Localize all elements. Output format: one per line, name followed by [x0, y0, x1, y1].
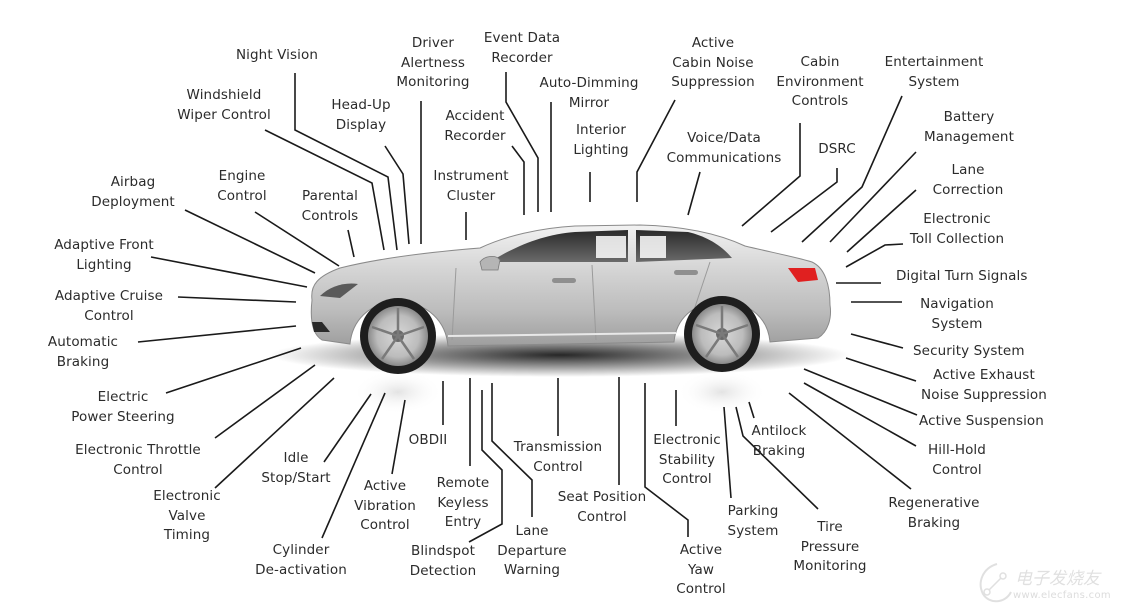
diagram-canvas: Night Vision Windshield Wiper Control He…	[0, 0, 1127, 616]
label-antilock: Antilock Braking	[751, 423, 807, 459]
label-auto-dimming: Auto-Dimming Mirror	[539, 75, 639, 111]
label-instrument-cluster: Instrument Cluster	[433, 168, 509, 204]
label-adaptive-front: Adaptive Front Lighting	[54, 237, 154, 273]
label-parking: Parking System	[727, 503, 779, 539]
label-regenerative: Regenerative Braking	[888, 495, 980, 531]
label-active-cabin-noise: Active Cabin Noise Suppression	[671, 35, 755, 90]
label-active-suspension: Active Suspension	[919, 413, 1044, 429]
label-throttle: Electronic Throttle Control	[75, 442, 201, 478]
leader-toll	[845, 243, 904, 268]
label-active-vibration: Active Vibration Control	[354, 478, 416, 533]
label-tire-pressure: Tire Pressure Monitoring	[793, 519, 867, 574]
label-blindspot: Blindspot Detection	[409, 543, 477, 579]
label-active-exhaust: Active Exhaust Noise Suppression	[921, 367, 1047, 403]
label-windshield-wiper: Windshield Wiper Control	[177, 87, 271, 123]
label-cabin-environment: Cabin Environment Controls	[776, 54, 864, 109]
leader-regenerative	[788, 392, 912, 490]
watermark-brand: 电子发烧友	[1015, 569, 1100, 589]
label-lane-correction: Lane Correction	[932, 162, 1004, 198]
leader-power-steering	[165, 347, 302, 394]
leader-idle-stop	[323, 393, 372, 463]
label-lane-departure: Lane Departure Warning	[497, 523, 567, 578]
leader-parking	[723, 406, 732, 499]
leader-event-data	[505, 72, 539, 212]
label-driver-alertness: Driver Alertness Monitoring	[396, 35, 470, 90]
watermark-logo-icon	[979, 563, 1012, 603]
leader-dsrc	[770, 168, 838, 233]
leader-head-up	[384, 145, 410, 245]
leader-security	[850, 333, 904, 349]
label-navigation: Navigation System	[920, 296, 994, 332]
label-night-vision: Night Vision	[235, 47, 319, 63]
label-power-steering: Electric Power Steering	[71, 389, 175, 425]
leader-auto-braking	[137, 325, 297, 343]
label-idle-stop: Idle Stop/Start	[261, 450, 331, 486]
label-obdii: OBDII	[408, 432, 448, 448]
label-event-data: Event Data Recorder	[483, 30, 561, 66]
label-accident-recorder: Accident Recorder	[444, 108, 506, 144]
label-transmission: Transmission Control	[513, 439, 603, 475]
watermark: 电子发烧友 www.elecfans.com	[975, 560, 1125, 612]
label-dsrc: DSRC	[818, 141, 856, 157]
label-interior-lighting: Interior Lighting	[573, 122, 629, 158]
label-voice-data: Voice/Data Communications	[666, 130, 782, 166]
leader-active-vibration	[391, 399, 406, 475]
leader-adaptive-front	[150, 256, 308, 288]
label-parental: Parental Controls	[301, 188, 359, 224]
label-stability: Electronic Stability Control	[653, 432, 721, 487]
leader-parental	[347, 229, 355, 258]
label-toll: Electronic Toll Collection	[909, 211, 1005, 247]
label-head-up: Head-Up Display	[331, 97, 391, 133]
leader-lane-correction	[846, 189, 917, 253]
leader-airbag	[184, 209, 316, 274]
label-battery: Battery Management	[924, 109, 1014, 145]
label-hill-hold: Hill-Hold Control	[928, 442, 986, 478]
leader-voice-data	[687, 171, 701, 216]
label-airbag: Airbag Deployment	[91, 174, 175, 210]
leader-active-exhaust	[845, 357, 917, 382]
label-entertainment: Entertainment System	[884, 54, 984, 90]
leader-accident-recorder	[511, 145, 525, 215]
label-valve-timing: Electronic Valve Timing	[153, 488, 221, 543]
label-cylinder: Cylinder De-activation	[255, 542, 347, 578]
label-active-yaw: Active Yaw Control	[676, 542, 726, 597]
leader-antilock	[748, 401, 755, 419]
label-auto-braking: Automatic Braking	[47, 334, 119, 370]
label-engine-control: Engine Control	[217, 168, 267, 204]
leader-throttle	[214, 364, 316, 439]
watermark-url: www.elecfans.com	[1013, 590, 1111, 601]
label-adaptive-cruise: Adaptive Cruise Control	[54, 288, 164, 324]
label-remote-keyless: Remote Keyless Entry	[436, 475, 490, 530]
leader-adaptive-cruise	[177, 296, 297, 303]
label-seat-position: Seat Position Control	[557, 489, 647, 525]
label-turn-signals: Digital Turn Signals	[896, 268, 1028, 284]
label-security: Security System	[913, 343, 1025, 359]
